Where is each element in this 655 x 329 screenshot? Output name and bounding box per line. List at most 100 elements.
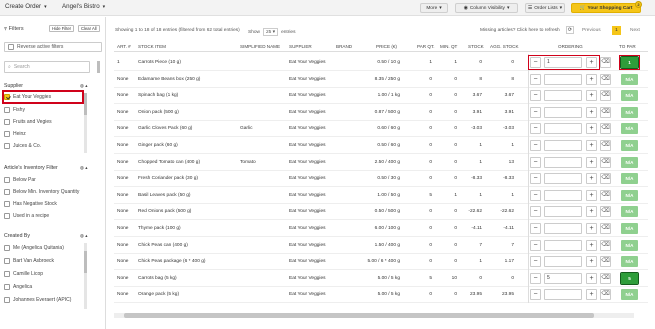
- increment-button[interactable]: +: [586, 289, 597, 301]
- order-quantity-input[interactable]: [544, 106, 582, 118]
- supplier-option[interactable]: Heinz: [4, 129, 82, 139]
- chevron-up-icon[interactable]: ▴: [85, 233, 87, 238]
- col-agg-stock[interactable]: AGG. STOCK: [490, 44, 519, 49]
- decrement-button[interactable]: −: [530, 90, 541, 102]
- eraser-icon[interactable]: ⌫: [600, 90, 611, 102]
- decrement-button[interactable]: −: [530, 239, 541, 251]
- increment-button[interactable]: +: [586, 73, 597, 85]
- col-price[interactable]: PRICE (€): [376, 44, 397, 49]
- checkbox[interactable]: [4, 131, 10, 137]
- decrement-button[interactable]: −: [530, 123, 541, 135]
- chevron-up-icon[interactable]: ▴: [85, 165, 87, 170]
- checkbox[interactable]: [4, 119, 10, 125]
- supplier-section-controls[interactable]: ◍ ▴: [80, 83, 87, 89]
- eraser-icon[interactable]: ⌫: [600, 256, 611, 268]
- to-par-button[interactable]: N/A: [621, 106, 638, 118]
- previous-button[interactable]: Previous: [582, 26, 601, 35]
- increment-button[interactable]: +: [586, 206, 597, 218]
- table-horizontal-scrollbar[interactable]: [114, 313, 634, 318]
- eraser-icon[interactable]: ⌫: [600, 189, 611, 201]
- eye-slash-icon[interactable]: ◍: [80, 83, 84, 88]
- col-ordering[interactable]: ORDERING: [558, 44, 583, 49]
- order-lists-button[interactable]: ☰ Order Lists ▾: [525, 3, 565, 13]
- decrement-button[interactable]: −: [530, 223, 541, 234]
- eraser-icon[interactable]: ⌫: [600, 140, 611, 151]
- increment-button[interactable]: +: [586, 123, 597, 135]
- creator-option[interactable]: Bart Van Asbroeck: [4, 256, 82, 266]
- column-visibility-button[interactable]: ◉ Column Visibility ▾: [455, 3, 518, 13]
- increment-button[interactable]: +: [586, 106, 597, 118]
- to-par-button[interactable]: N/A: [621, 289, 638, 301]
- supplier-option[interactable]: Juices & Co.: [4, 141, 82, 151]
- shopping-cart-button[interactable]: 🛒 Your Shopping Cart: [571, 3, 641, 13]
- to-par-button[interactable]: N/A: [621, 256, 638, 268]
- to-par-button[interactable]: N/A: [621, 189, 638, 201]
- order-quantity-input[interactable]: [544, 90, 582, 102]
- bistro-select[interactable]: Angel's Bistro ▾: [62, 3, 105, 10]
- eye-slash-icon[interactable]: ◍: [80, 233, 84, 238]
- page-size-select[interactable]: 25 ▾: [263, 28, 279, 36]
- order-quantity-input[interactable]: 5: [544, 272, 582, 284]
- inventory-section-controls[interactable]: ◍ ▴: [80, 165, 87, 171]
- order-quantity-input[interactable]: [544, 223, 582, 234]
- col-simplified-name[interactable]: SIMPLIFIED NAME: [240, 44, 280, 49]
- col-stock-item[interactable]: STOCK ITEM: [138, 44, 166, 49]
- checkbox[interactable]: [4, 94, 10, 100]
- supplier-option[interactable]: Fruits and Vegies: [4, 117, 82, 127]
- increment-button[interactable]: +: [586, 272, 597, 284]
- created-by-scrollbar[interactable]: [84, 243, 87, 309]
- decrement-button[interactable]: −: [530, 106, 541, 118]
- decrement-button[interactable]: −: [530, 140, 541, 151]
- order-quantity-input[interactable]: [544, 73, 582, 85]
- reverse-checkbox[interactable]: [8, 44, 14, 50]
- inventory-option[interactable]: Below Par: [4, 175, 82, 185]
- refresh-icon[interactable]: ⟳: [566, 26, 574, 34]
- eraser-icon[interactable]: ⌫: [600, 272, 611, 284]
- increment-button[interactable]: +: [586, 57, 597, 68]
- to-par-button[interactable]: N/A: [621, 123, 638, 135]
- creator-option[interactable]: Angelica: [4, 282, 82, 292]
- increment-button[interactable]: +: [586, 156, 597, 168]
- col-par[interactable]: PAR QT.: [417, 44, 435, 49]
- order-quantity-input[interactable]: [544, 189, 582, 201]
- inventory-option[interactable]: Has Negative Stock: [4, 199, 82, 209]
- eraser-icon[interactable]: ⌫: [600, 239, 611, 251]
- to-par-button[interactable]: N/A: [621, 173, 638, 185]
- decrement-button[interactable]: −: [530, 272, 541, 284]
- decrement-button[interactable]: −: [530, 189, 541, 201]
- decrement-button[interactable]: −: [530, 73, 541, 85]
- decrement-button[interactable]: −: [530, 173, 541, 185]
- to-par-button[interactable]: N/A: [621, 156, 638, 168]
- to-par-button[interactable]: N/A: [621, 73, 638, 85]
- increment-button[interactable]: +: [586, 239, 597, 251]
- checkbox[interactable]: [4, 143, 10, 149]
- to-par-button[interactable]: 5: [620, 271, 639, 285]
- creator-option[interactable]: Me (Angelica Quitania): [4, 243, 82, 253]
- col-brand[interactable]: BRAND: [336, 44, 352, 49]
- eraser-icon[interactable]: ⌫: [600, 57, 611, 68]
- increment-button[interactable]: +: [586, 189, 597, 201]
- order-quantity-input[interactable]: [544, 140, 582, 151]
- eraser-icon[interactable]: ⌫: [600, 173, 611, 185]
- checkbox[interactable]: [4, 297, 10, 303]
- increment-button[interactable]: +: [586, 256, 597, 268]
- creator-option[interactable]: Johannes Everaert (APIC): [4, 295, 82, 305]
- decrement-button[interactable]: −: [530, 289, 541, 301]
- checkbox[interactable]: [4, 258, 10, 264]
- checkbox[interactable]: [4, 284, 10, 290]
- checkbox[interactable]: [4, 201, 10, 207]
- order-quantity-input[interactable]: [544, 239, 582, 251]
- supplier-option[interactable]: Eat Your Veggies: [2, 90, 84, 104]
- eraser-icon[interactable]: ⌫: [600, 156, 611, 168]
- inventory-option[interactable]: Below Min. Inventory Quantity: [4, 187, 82, 197]
- chevron-up-icon[interactable]: ▴: [85, 83, 87, 88]
- order-quantity-input[interactable]: [544, 289, 582, 301]
- increment-button[interactable]: +: [586, 90, 597, 102]
- increment-button[interactable]: +: [586, 223, 597, 234]
- order-quantity-input[interactable]: [544, 256, 582, 268]
- checkbox[interactable]: [4, 245, 10, 251]
- to-par-button[interactable]: N/A: [621, 90, 638, 102]
- checkbox[interactable]: [4, 107, 10, 113]
- col-art[interactable]: ART. #: [117, 44, 131, 49]
- creator-option[interactable]: Camille Licop: [4, 269, 82, 279]
